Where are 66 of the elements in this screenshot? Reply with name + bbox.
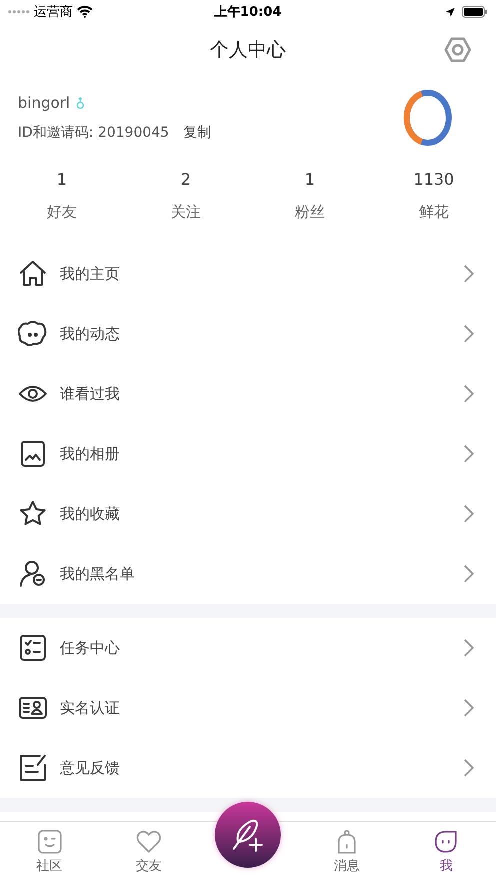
menu-label: 我的黑名单 [60,564,136,584]
username: bingorl [18,94,70,112]
tab-label: 交友 [136,858,162,875]
menu-item[interactable]: 我的相册 [0,424,496,484]
stat-label: 好友 [47,203,77,222]
menu-label: 谁看过我 [60,384,121,404]
compose-button[interactable] [215,802,281,868]
flower-face-icon [18,319,48,349]
person-minus-icon [18,559,48,589]
avatar-ring-icon[interactable] [402,88,454,148]
carrier-name: 运营商 [34,4,73,21]
menu-item[interactable]: 我的黑名单 [0,544,496,604]
stat-value: 1 [304,170,316,189]
chevron-icon [464,565,474,583]
note-pen-icon [18,753,48,783]
menu-item[interactable]: 我的收藏 [0,484,496,544]
battery-icon [462,6,488,18]
chevron-icon [464,325,474,343]
chevron-icon [464,445,474,463]
heart-icon [136,829,162,855]
house-icon [18,259,48,289]
invite-code: ID和邀请码: 20190045 [18,124,170,142]
menu-item[interactable]: 我的主页 [0,244,496,304]
picture-frame-icon [18,439,48,469]
signal-icon [8,10,30,14]
chevron-icon [464,639,474,657]
tab-item[interactable]: 交友 [99,822,198,882]
menu-label: 我的收藏 [60,504,121,524]
tab-label: 社区 [36,858,63,875]
menu-item[interactable]: 实名认证 [0,678,496,738]
face-blob-icon [433,829,460,855]
menu-item[interactable]: 我的动态 [0,304,496,364]
menu-label: 我的动态 [60,324,121,344]
chevron-icon [464,385,474,403]
menu-label: 任务中心 [60,638,121,658]
chevron-icon [464,265,474,283]
stat-value: 1130 [414,170,454,189]
page-title: 个人中心 [210,38,286,63]
menu-label: 实名认证 [60,698,121,718]
stat-label: 粉丝 [295,203,325,222]
menu-label: 我的相册 [60,444,121,464]
stat-label: 关注 [171,203,201,222]
chevron-icon [464,505,474,523]
tab-label: 我 [440,858,453,875]
menu-item[interactable]: 意见反馈 [0,738,496,798]
tab-item[interactable]: 社区 [0,822,100,882]
checklist-icon [18,633,48,663]
menu-item[interactable]: 任务中心 [0,618,496,678]
status-time: 上午10:04 [214,4,282,21]
tab-item[interactable]: 消息 [298,822,397,882]
menu-label: 我的主页 [60,264,121,284]
copy-link[interactable]: 复制 [183,124,212,142]
wifi-icon [77,6,93,18]
face-square-icon [36,829,63,855]
chevron-icon [464,759,474,777]
menu-label: 意见反馈 [60,758,121,778]
stat-value: 1 [56,170,68,189]
stat-label: 鲜花 [419,203,449,222]
location-icon [444,6,456,18]
menu-item[interactable]: 谁看过我 [0,364,496,424]
tab-label: 消息 [334,858,360,875]
tab-item[interactable]: 我 [396,822,496,882]
stat-value: 2 [180,170,192,189]
male-icon [76,96,86,110]
chevron-icon [464,699,474,717]
settings-icon[interactable] [444,36,472,64]
